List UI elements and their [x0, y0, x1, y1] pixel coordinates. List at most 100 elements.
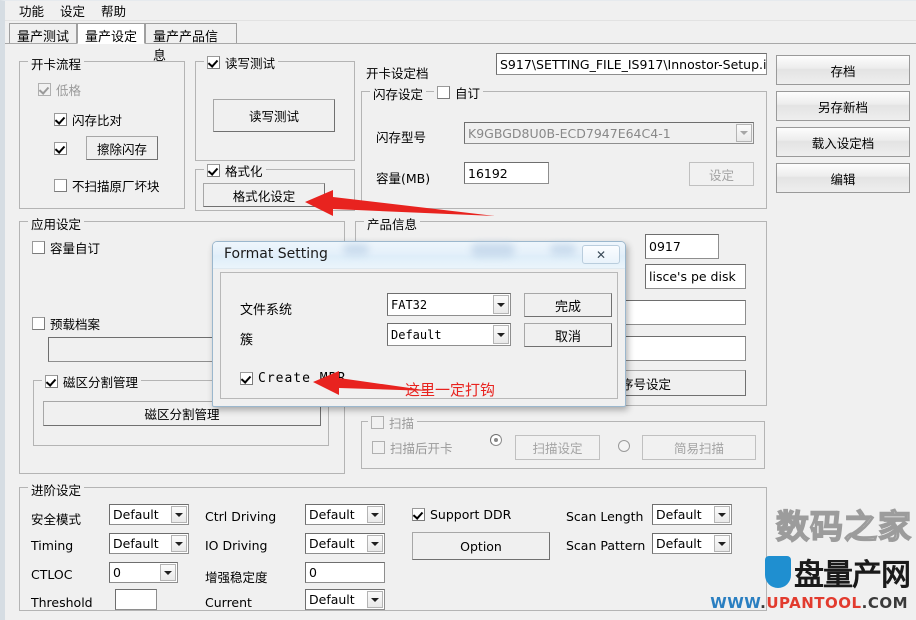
simple-scan-button[interactable]: 简易扫描 — [642, 435, 756, 460]
chevron-down-icon[interactable] — [367, 591, 383, 608]
group-format-title: 格式化 — [225, 164, 263, 179]
io-driving-select[interactable]: Default — [305, 533, 385, 554]
scan-pattern-select[interactable]: Default — [652, 533, 732, 554]
dialog-title-bar[interactable]: Format Setting ✕ — [213, 242, 625, 269]
watermark-upantool-logo: 盘量产网 — [765, 550, 911, 594]
ctloc-select[interactable]: 0 — [109, 562, 178, 583]
chevron-down-icon[interactable] — [367, 506, 383, 523]
radio-button-icon — [490, 434, 502, 446]
group-application-settings-title: 应用设定 — [28, 214, 85, 233]
group-read-write-test-title: 读写测试 — [225, 56, 276, 71]
tab-mass-production-settings[interactable]: 量产设定 — [77, 23, 145, 45]
format-setting-button[interactable]: 格式化设定 — [203, 183, 325, 207]
flash-model-select[interactable]: K9GBGD8U0B-ECD7947E64C4-1 — [464, 122, 754, 144]
checkbox-box-icon — [412, 508, 425, 521]
checkbox-create-mbr[interactable]: Create MBR — [240, 371, 346, 386]
chevron-down-icon[interactable] — [714, 535, 730, 552]
scan-length-label: Scan Length — [566, 509, 644, 524]
chevron-down-icon[interactable] — [493, 325, 509, 344]
scan-length-select[interactable]: Default — [652, 504, 732, 525]
checkbox-support-ddr-label: Support DDR — [430, 507, 512, 522]
checkbox-create-mbr-label: Create MBR — [258, 371, 347, 386]
erase-flash-button[interactable]: 擦除闪存 — [86, 136, 158, 160]
tab-mass-production-product-info[interactable]: 量产产品信息 — [145, 23, 237, 64]
chevron-down-icon[interactable] — [367, 535, 383, 552]
io-driving-label: IO Driving — [205, 538, 268, 553]
timing-label: Timing — [31, 538, 74, 553]
checkbox-low-format-label: 低格 — [56, 83, 82, 98]
security-mode-value: Default — [113, 507, 159, 522]
checkbox-custom-capacity[interactable]: 容量自订 — [32, 238, 100, 257]
checkbox-box-icon — [32, 317, 45, 330]
menu-item-settings[interactable]: 设定 — [52, 0, 93, 22]
cluster-select[interactable]: Default — [387, 323, 511, 346]
scan-setting-button[interactable]: 扫描设定 — [515, 435, 600, 460]
checkbox-scan-after-card[interactable]: 扫描后开卡 — [372, 438, 453, 457]
chevron-down-icon[interactable] — [714, 506, 730, 523]
checkbox-format[interactable]: 格式化 — [204, 161, 266, 180]
checkbox-custom-flash[interactable]: 自订 — [434, 83, 484, 102]
current-label: Current — [205, 595, 252, 610]
u-disk-icon — [765, 556, 791, 588]
checkbox-box-icon — [54, 142, 67, 155]
product-field-vid[interactable]: 0917 — [645, 234, 719, 259]
checkbox-box-icon — [45, 375, 58, 388]
chevron-down-icon[interactable] — [171, 506, 187, 523]
checkbox-support-ddr[interactable]: Support DDR — [412, 507, 511, 522]
flash-set-button[interactable]: 设定 — [689, 162, 754, 186]
tab-mass-production-test[interactable]: 量产测试 — [9, 23, 77, 45]
checkbox-box-icon — [207, 164, 220, 177]
load-setting-file-button[interactable]: 载入设定档 — [776, 127, 910, 157]
dialog-cancel-button[interactable]: 取消 — [524, 323, 612, 347]
threshold-label: Threshold — [31, 595, 93, 610]
checkbox-no-scan-factory-bad-block[interactable]: 不扫描原厂坏块 — [54, 176, 160, 195]
threshold-input[interactable] — [115, 589, 157, 610]
capacity-label: 容量(MB) — [376, 171, 431, 186]
filesystem-select[interactable]: FAT32 — [387, 293, 511, 316]
timing-select[interactable]: Default — [109, 533, 189, 554]
checkbox-erase-flash[interactable] — [54, 142, 67, 155]
save-as-new-file-button[interactable]: 另存新档 — [776, 91, 910, 121]
checkbox-partition-management[interactable]: 磁区分割管理 — [42, 372, 142, 391]
ctloc-value: 0 — [113, 565, 121, 580]
product-field-name[interactable]: lisce's pe disk — [645, 264, 746, 289]
flash-model-label: 闪存型号 — [376, 130, 427, 145]
checkbox-box-icon — [372, 441, 385, 454]
checkbox-scan[interactable]: 扫描 — [368, 413, 418, 432]
menu-item-function[interactable]: 功能 — [11, 0, 52, 22]
group-product-info-title: 产品信息 — [364, 214, 421, 233]
chevron-down-icon[interactable] — [171, 535, 187, 552]
save-file-button[interactable]: 存档 — [776, 55, 910, 85]
chevron-down-icon[interactable] — [160, 564, 176, 581]
checkbox-box-icon — [54, 179, 67, 192]
edit-button[interactable]: 编辑 — [776, 163, 910, 193]
option-button[interactable]: Option — [412, 532, 550, 560]
security-mode-select[interactable]: Default — [109, 504, 189, 525]
chevron-down-icon[interactable] — [736, 124, 752, 142]
current-select[interactable]: Default — [305, 589, 385, 610]
annotation-note-create-mbr: 这里一定打钩 — [405, 381, 496, 399]
checkbox-low-format[interactable]: 低格 — [38, 80, 81, 99]
group-card-flow: 开卡流程 低格 闪存比对 擦除闪存 不扫描原厂坏块 — [19, 54, 185, 209]
setting-file-path-input[interactable]: S917\SETTING_FILE_IS917\Innostor-Setup.i… — [496, 53, 767, 75]
ctrl-driving-select[interactable]: Default — [305, 504, 385, 525]
menu-item-help[interactable]: 帮助 — [93, 0, 134, 22]
close-icon[interactable]: ✕ — [582, 245, 620, 264]
chevron-down-icon[interactable] — [493, 295, 509, 314]
cluster-label: 簇 — [240, 333, 254, 348]
group-scan-title: 扫描 — [389, 416, 415, 431]
watermark-url-name: UPANTOOL — [766, 594, 862, 612]
tab-strip: 量产测试 量产设定 量产产品信息 — [5, 22, 916, 64]
capacity-input[interactable]: 16192 — [464, 162, 549, 184]
checkbox-box-icon — [437, 86, 450, 99]
radio-simple-scan[interactable] — [618, 440, 630, 452]
enhanced-stability-input[interactable]: 0 — [305, 562, 385, 583]
checkbox-preload-file[interactable]: 预载档案 — [32, 314, 100, 333]
checkbox-read-write-test[interactable]: 读写测试 — [204, 53, 279, 72]
group-partition-management-title: 磁区分割管理 — [63, 375, 139, 390]
dialog-ok-button[interactable]: 完成 — [524, 293, 612, 317]
read-write-test-button[interactable]: 读写测试 — [213, 99, 335, 132]
watermark-url: WWW.UPANTOOL.COM — [710, 594, 908, 612]
group-card-flow-title: 开卡流程 — [28, 54, 85, 73]
checkbox-flash-compare[interactable]: 闪存比对 — [54, 110, 122, 129]
